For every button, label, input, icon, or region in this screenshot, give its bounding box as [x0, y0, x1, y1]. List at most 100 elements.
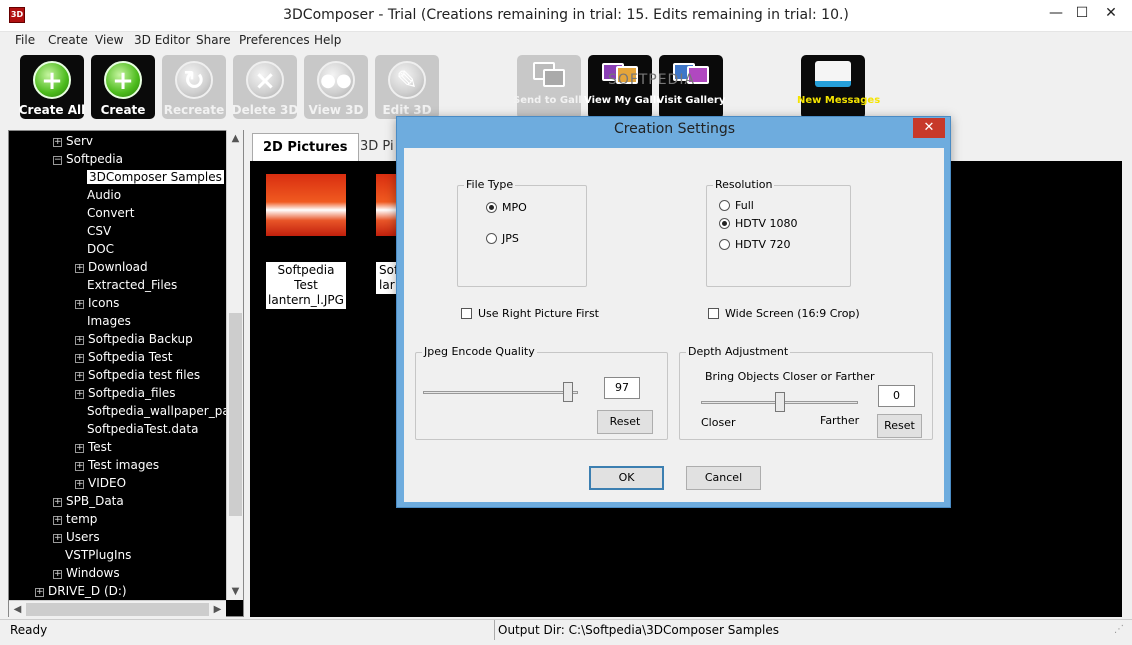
jpeg-slider-thumb[interactable]	[563, 382, 573, 402]
tree-vertical-scrollbar[interactable]: ▲ ▼	[226, 130, 243, 600]
menu-view[interactable]: View	[95, 33, 123, 47]
glasses-icon: ●●	[317, 61, 355, 99]
tree-item[interactable]: + Softpedia Backup	[75, 331, 193, 349]
recreate-button[interactable]: ↻ Recreate	[162, 55, 226, 119]
tree-item[interactable]: + Icons	[75, 295, 119, 313]
tree-item[interactable]: + DRIVE_D (D:)	[35, 583, 127, 601]
expand-icon[interactable]: +	[53, 498, 62, 507]
thumbnail[interactable]: Softpedia Test lantern_l.JPG	[266, 174, 346, 309]
plus-icon: +	[104, 61, 142, 99]
tree-item[interactable]: SoftpediaTest.data	[87, 421, 198, 439]
depth-reset-button[interactable]: Reset	[877, 414, 922, 438]
create-all-button[interactable]: + Create All	[19, 55, 85, 119]
expand-icon[interactable]: +	[75, 372, 84, 381]
tree-item[interactable]: − Softpedia	[53, 151, 123, 169]
folder-tree: + Serv − Softpedia 3DComposer Samples Audio Co…	[8, 130, 244, 617]
hscroll-thumb[interactable]	[26, 603, 209, 616]
jpeg-quality-value[interactable]: 97	[604, 377, 640, 399]
tree-item-label: SPB_Data	[66, 494, 124, 508]
menu-create[interactable]: Create	[48, 33, 88, 47]
minimize-button[interactable]: —	[1042, 0, 1070, 26]
tree-item[interactable]: + Softpedia test files	[75, 367, 200, 385]
menu-3d-editor[interactable]: 3D Editor	[134, 33, 190, 47]
tree-item[interactable]: Images	[87, 313, 131, 331]
radio-full[interactable]: Full	[719, 199, 754, 212]
expand-icon[interactable]: +	[53, 138, 62, 147]
scroll-down-arrow-icon[interactable]: ▼	[227, 583, 244, 600]
cancel-button[interactable]: Cancel	[686, 466, 761, 490]
expand-icon[interactable]: +	[75, 480, 84, 489]
new-messages-button[interactable]: New Messages	[797, 55, 880, 119]
farther-label: Farther	[820, 414, 860, 427]
tree-item-label: Download	[88, 260, 148, 274]
expand-icon[interactable]: +	[75, 336, 84, 345]
menu-file[interactable]: File	[15, 33, 35, 47]
tree-item[interactable]: + Users	[53, 529, 100, 547]
tree-item-label: Softpedia	[66, 152, 123, 166]
dialog-title: Creation Settings	[613, 121, 736, 137]
ok-button[interactable]: OK	[589, 466, 664, 490]
tree-item-label: Test images	[88, 458, 160, 472]
tree-item[interactable]: + Test	[75, 439, 112, 457]
jpeg-slider-track[interactable]	[423, 391, 578, 394]
maximize-button[interactable]: ☐	[1070, 0, 1094, 26]
send-to-gallery-button[interactable]: Send to Gallery	[513, 55, 600, 119]
tree-horizontal-scrollbar[interactable]: ◀ ▶	[9, 600, 226, 617]
pen-icon: ✎	[388, 61, 426, 99]
use-right-picture-first-checkbox[interactable]: Use Right Picture First	[461, 307, 599, 320]
tree-item[interactable]: Softpedia_wallpaper_pack_	[87, 403, 243, 421]
expand-icon[interactable]: +	[35, 588, 44, 597]
tree-item[interactable]: + Softpedia_files	[75, 385, 176, 403]
depth-value[interactable]: 0	[878, 385, 915, 407]
menu-preferences[interactable]: Preferences	[239, 33, 310, 47]
expand-icon[interactable]: +	[75, 390, 84, 399]
scroll-right-arrow-icon[interactable]: ▶	[209, 601, 226, 618]
tree-item[interactable]: CSV	[87, 223, 111, 241]
tree-item-label: VSTPlugIns	[65, 548, 132, 562]
expand-icon[interactable]: +	[75, 354, 84, 363]
close-window-button[interactable]: ✕	[1094, 0, 1128, 26]
menu-help[interactable]: Help	[314, 33, 341, 47]
tree-item[interactable]: Convert	[87, 205, 134, 223]
scroll-thumb[interactable]	[229, 313, 242, 516]
expand-icon[interactable]: +	[75, 264, 84, 273]
resolution-group: Resolution Full HDTV 1080 HDTV 720	[706, 178, 851, 287]
tree-item[interactable]: Extracted_Files	[87, 277, 177, 295]
tree-item[interactable]: + Download	[75, 259, 148, 277]
menu-share[interactable]: Share	[196, 33, 231, 47]
delete-3d-button[interactable]: × Delete 3D	[232, 55, 298, 119]
tree-item[interactable]: VSTPlugIns	[65, 547, 131, 565]
expand-icon[interactable]: +	[75, 462, 84, 471]
tree-item[interactable]: + SPB_Data	[53, 493, 124, 511]
collapse-icon[interactable]: −	[53, 156, 62, 165]
wide-screen-checkbox[interactable]: Wide Screen (16:9 Crop)	[708, 307, 860, 320]
create-button[interactable]: + Create	[91, 55, 155, 119]
tree-item[interactable]: + VIDEO	[75, 475, 126, 493]
tree-item[interactable]: + Windows	[53, 565, 120, 583]
expand-icon[interactable]: +	[75, 300, 84, 309]
resize-grip-icon[interactable]: ⋰	[1114, 624, 1124, 635]
expand-icon[interactable]: +	[53, 570, 62, 579]
view-3d-button[interactable]: ●● View 3D	[304, 55, 368, 119]
radio-mpo[interactable]: MPO	[486, 201, 527, 214]
radio-hdtv-1080[interactable]: HDTV 1080	[719, 217, 797, 230]
tree-item[interactable]: + Test images	[75, 457, 159, 475]
dialog-close-button[interactable]: ✕	[913, 118, 945, 138]
expand-icon[interactable]: +	[53, 534, 62, 543]
tree-item[interactable]: DOC	[87, 241, 114, 259]
tree-item[interactable]: + Softpedia Test	[75, 349, 172, 367]
tab-2d-pictures[interactable]: 2D Pictures	[252, 133, 359, 161]
edit-3d-button[interactable]: ✎ Edit 3D	[375, 55, 439, 119]
tree-item[interactable]: Audio	[87, 187, 121, 205]
scroll-left-arrow-icon[interactable]: ◀	[9, 601, 26, 618]
depth-slider-thumb[interactable]	[775, 392, 785, 412]
radio-jps[interactable]: JPS	[486, 232, 519, 245]
tree-item[interactable]: + Serv	[53, 133, 93, 151]
radio-hdtv-720[interactable]: HDTV 720	[719, 238, 790, 251]
expand-icon[interactable]: +	[75, 444, 84, 453]
scroll-up-arrow-icon[interactable]: ▲	[227, 130, 244, 147]
expand-icon[interactable]: +	[53, 516, 62, 525]
tree-item[interactable]: + temp	[53, 511, 97, 529]
tree-item[interactable]: 3DComposer Samples	[87, 169, 224, 187]
jpeg-reset-button[interactable]: Reset	[597, 410, 653, 434]
